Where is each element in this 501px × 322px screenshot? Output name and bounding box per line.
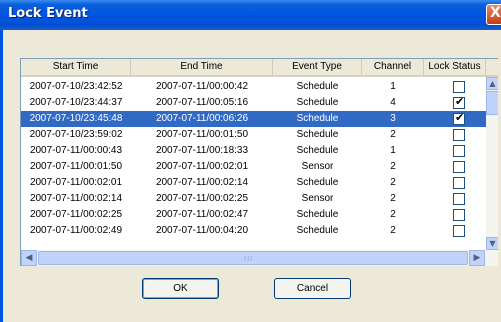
table-row[interactable]: 2007-07-11/00:02:01 2007-07-11/00:02:14 Sc…: [21, 175, 486, 191]
cell-start-time: 2007-07-10/23:44:37: [29, 97, 123, 108]
cell-start-time: 2007-07-11/00:01:50: [29, 161, 123, 172]
window-frame-left: [0, 30, 3, 322]
header-end-time[interactable]: End Time: [131, 59, 273, 75]
table-row[interactable]: 2007-07-10/23:59:02 2007-07-11/00:01:50 Sc…: [21, 127, 486, 143]
cell-event-type: Schedule: [296, 113, 339, 124]
grip-icon: III: [244, 255, 254, 263]
cancel-button[interactable]: Cancel: [274, 278, 351, 299]
cell-channel: 3: [390, 113, 396, 124]
cell-channel: 2: [390, 225, 396, 236]
cell-end-time: 2007-07-11/00:04:20: [155, 225, 249, 236]
cell-start-time: 2007-07-11/00:02:01: [29, 177, 123, 188]
chevron-down-icon: ▼: [489, 239, 496, 248]
table-row[interactable]: 2007-07-10/23:45:48 2007-07-11/00:06:26 Sc…: [21, 111, 486, 127]
cell-end-time: 2007-07-11/00:18:33: [155, 145, 249, 156]
cell-start-time: 2007-07-11/00:02:49: [29, 225, 123, 236]
cell-event-type: Schedule: [296, 145, 339, 156]
cell-event-type: Sensor: [301, 193, 334, 204]
lock-status-checkbox[interactable]: ✔: [453, 111, 465, 125]
close-button[interactable]: X: [486, 4, 501, 25]
lock-status-checkbox[interactable]: [453, 129, 465, 141]
close-icon: X: [490, 5, 501, 21]
scroll-left-button[interactable]: ◀: [21, 250, 37, 266]
cell-end-time: 2007-07-11/00:02:47: [155, 209, 249, 220]
vertical-scroll-thumb[interactable]: [486, 91, 498, 115]
cell-channel: 2: [390, 193, 396, 204]
chevron-left-icon: ◀: [25, 253, 33, 263]
scroll-up-button[interactable]: ▲: [486, 77, 498, 90]
ok-button[interactable]: OK: [142, 278, 219, 299]
cell-start-time: 2007-07-11/00:00:43: [29, 145, 123, 156]
window-title: Lock Event: [8, 6, 88, 21]
lock-status-checkbox[interactable]: ✔: [453, 95, 465, 109]
cell-start-time: 2007-07-11/00:02:14: [29, 193, 123, 204]
table-row[interactable]: 2007-07-11/00:00:43 2007-07-11/00:18:33 Sc…: [21, 143, 486, 159]
cell-start-time: 2007-07-11/00:02:25: [29, 209, 123, 220]
cell-channel: 1: [390, 145, 396, 156]
chevron-up-icon: ▲: [489, 79, 496, 88]
cell-start-time: 2007-07-10/23:59:02: [29, 129, 123, 140]
cell-channel: 1: [390, 81, 396, 92]
cell-channel: 2: [390, 209, 396, 220]
cell-event-type: Sensor: [301, 161, 334, 172]
table-row[interactable]: 2007-07-10/23:42:52 2007-07-11/00:00:42 Sc…: [21, 79, 486, 95]
lock-event-list[interactable]: Start Time End Time Event Type Channel L…: [20, 58, 498, 266]
list-header: Start Time End Time Event Type Channel L…: [21, 59, 498, 77]
checkmark-icon: ✔: [455, 111, 465, 124]
cell-event-type: Schedule: [296, 225, 339, 236]
table-row[interactable]: 2007-07-11/00:02:14 2007-07-11/00:02:25 Se…: [21, 191, 486, 207]
header-start-time[interactable]: Start Time: [21, 59, 131, 75]
lock-status-checkbox[interactable]: [453, 177, 465, 189]
header-event-type[interactable]: Event Type: [273, 59, 362, 75]
title-bar[interactable]: Lock Event X: [0, 0, 501, 30]
cell-event-type: Schedule: [296, 209, 339, 220]
cell-start-time: 2007-07-10/23:42:52: [29, 81, 123, 92]
checkmark-icon: ✔: [455, 95, 465, 108]
horizontal-scroll-thumb[interactable]: III: [38, 251, 468, 265]
header-channel[interactable]: Channel: [362, 59, 424, 75]
cell-end-time: 2007-07-11/00:02:25: [155, 193, 249, 204]
cell-event-type: Schedule: [296, 81, 339, 92]
lock-status-checkbox[interactable]: [453, 225, 465, 237]
cell-event-type: Schedule: [296, 97, 339, 108]
lock-status-checkbox[interactable]: [453, 209, 465, 221]
table-row[interactable]: 2007-07-11/00:02:49 2007-07-11/00:04:20 Sc…: [21, 223, 486, 239]
table-row[interactable]: 2007-07-11/00:01:50 2007-07-11/00:02:01 Se…: [21, 159, 486, 175]
scroll-down-button[interactable]: ▼: [486, 237, 498, 250]
lock-status-checkbox[interactable]: [453, 145, 465, 157]
cell-start-time: 2007-07-10/23:45:48: [29, 113, 123, 124]
cell-end-time: 2007-07-11/00:05:16: [155, 97, 249, 108]
cell-end-time: 2007-07-11/00:06:26: [155, 113, 249, 124]
horizontal-scrollbar[interactable]: ◀ III ▶: [21, 250, 498, 266]
chevron-right-icon: ▶: [473, 253, 481, 263]
cell-channel: 2: [390, 161, 396, 172]
table-row[interactable]: 2007-07-11/00:02:25 2007-07-11/00:02:47 Sc…: [21, 207, 486, 223]
cell-channel: 2: [390, 129, 396, 140]
cell-end-time: 2007-07-11/00:02:01: [155, 161, 249, 172]
cell-event-type: Schedule: [296, 177, 339, 188]
cell-end-time: 2007-07-11/00:01:50: [155, 129, 249, 140]
lock-status-checkbox[interactable]: [453, 81, 465, 93]
lock-status-checkbox[interactable]: [453, 161, 465, 173]
lock-status-checkbox[interactable]: [453, 193, 465, 205]
scroll-right-button[interactable]: ▶: [469, 250, 485, 266]
lock-event-dialog: Lock Event X Start Time End Time Event T…: [0, 0, 501, 322]
header-lock-status[interactable]: Lock Status: [424, 59, 486, 75]
vertical-scrollbar[interactable]: ▲ ▼: [486, 77, 498, 250]
cell-channel: 4: [390, 97, 396, 108]
cell-end-time: 2007-07-11/00:00:42: [155, 81, 249, 92]
cell-channel: 2: [390, 177, 396, 188]
cell-event-type: Schedule: [296, 129, 339, 140]
cell-end-time: 2007-07-11/00:02:14: [155, 177, 249, 188]
table-row[interactable]: 2007-07-10/23:44:37 2007-07-11/00:05:16 Sc…: [21, 95, 486, 111]
